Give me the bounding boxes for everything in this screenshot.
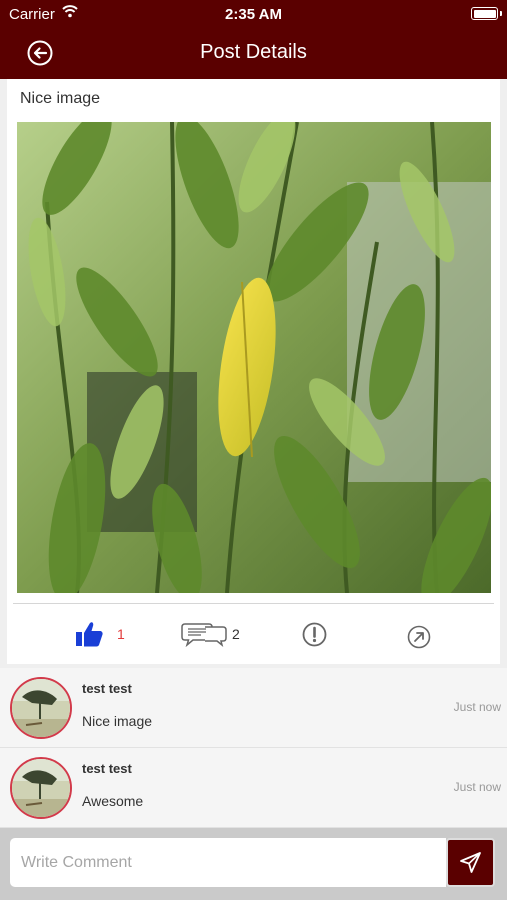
divider <box>13 603 494 604</box>
comment-text: Awesome <box>82 793 144 809</box>
comment-composer <box>0 828 507 900</box>
status-bar: Carrier 2:35 AM <box>0 0 507 28</box>
comment-item: test test Just now Awesome <box>0 748 507 828</box>
avatar[interactable] <box>10 757 72 819</box>
comment-text: Nice image <box>82 713 153 729</box>
comment-count: 2 <box>232 626 240 642</box>
comment-item: test test Just now Nice image <box>0 668 507 748</box>
comment-time: Just now <box>453 700 501 714</box>
comment-time: Just now <box>453 780 501 794</box>
exclamation-icon <box>302 622 327 647</box>
post-photo[interactable] <box>17 122 491 593</box>
comment-author: test test <box>82 681 132 696</box>
share-button[interactable] <box>407 625 431 649</box>
report-button[interactable] <box>302 622 327 647</box>
send-icon <box>460 852 481 873</box>
post-card: Nice image 1 2 <box>7 79 500 664</box>
share-arrow-icon <box>407 625 431 649</box>
page-title: Post Details <box>200 41 307 63</box>
post-caption: Nice image <box>20 90 101 107</box>
like-count: 1 <box>117 626 125 642</box>
comments-button[interactable] <box>181 621 227 648</box>
battery-icon <box>471 7 502 20</box>
comment-input[interactable] <box>10 838 446 887</box>
top-bar: Carrier 2:35 AM Post Details <box>0 0 507 79</box>
comment-bubbles-icon <box>181 623 227 648</box>
comment-list: test test Just now Nice image test test … <box>0 668 507 828</box>
status-time: 2:35 AM <box>225 6 282 23</box>
send-button[interactable] <box>446 838 495 887</box>
thumbs-up-icon <box>76 622 103 647</box>
like-button[interactable] <box>74 620 104 648</box>
comment-author: test test <box>82 761 132 776</box>
avatar[interactable] <box>10 677 72 739</box>
